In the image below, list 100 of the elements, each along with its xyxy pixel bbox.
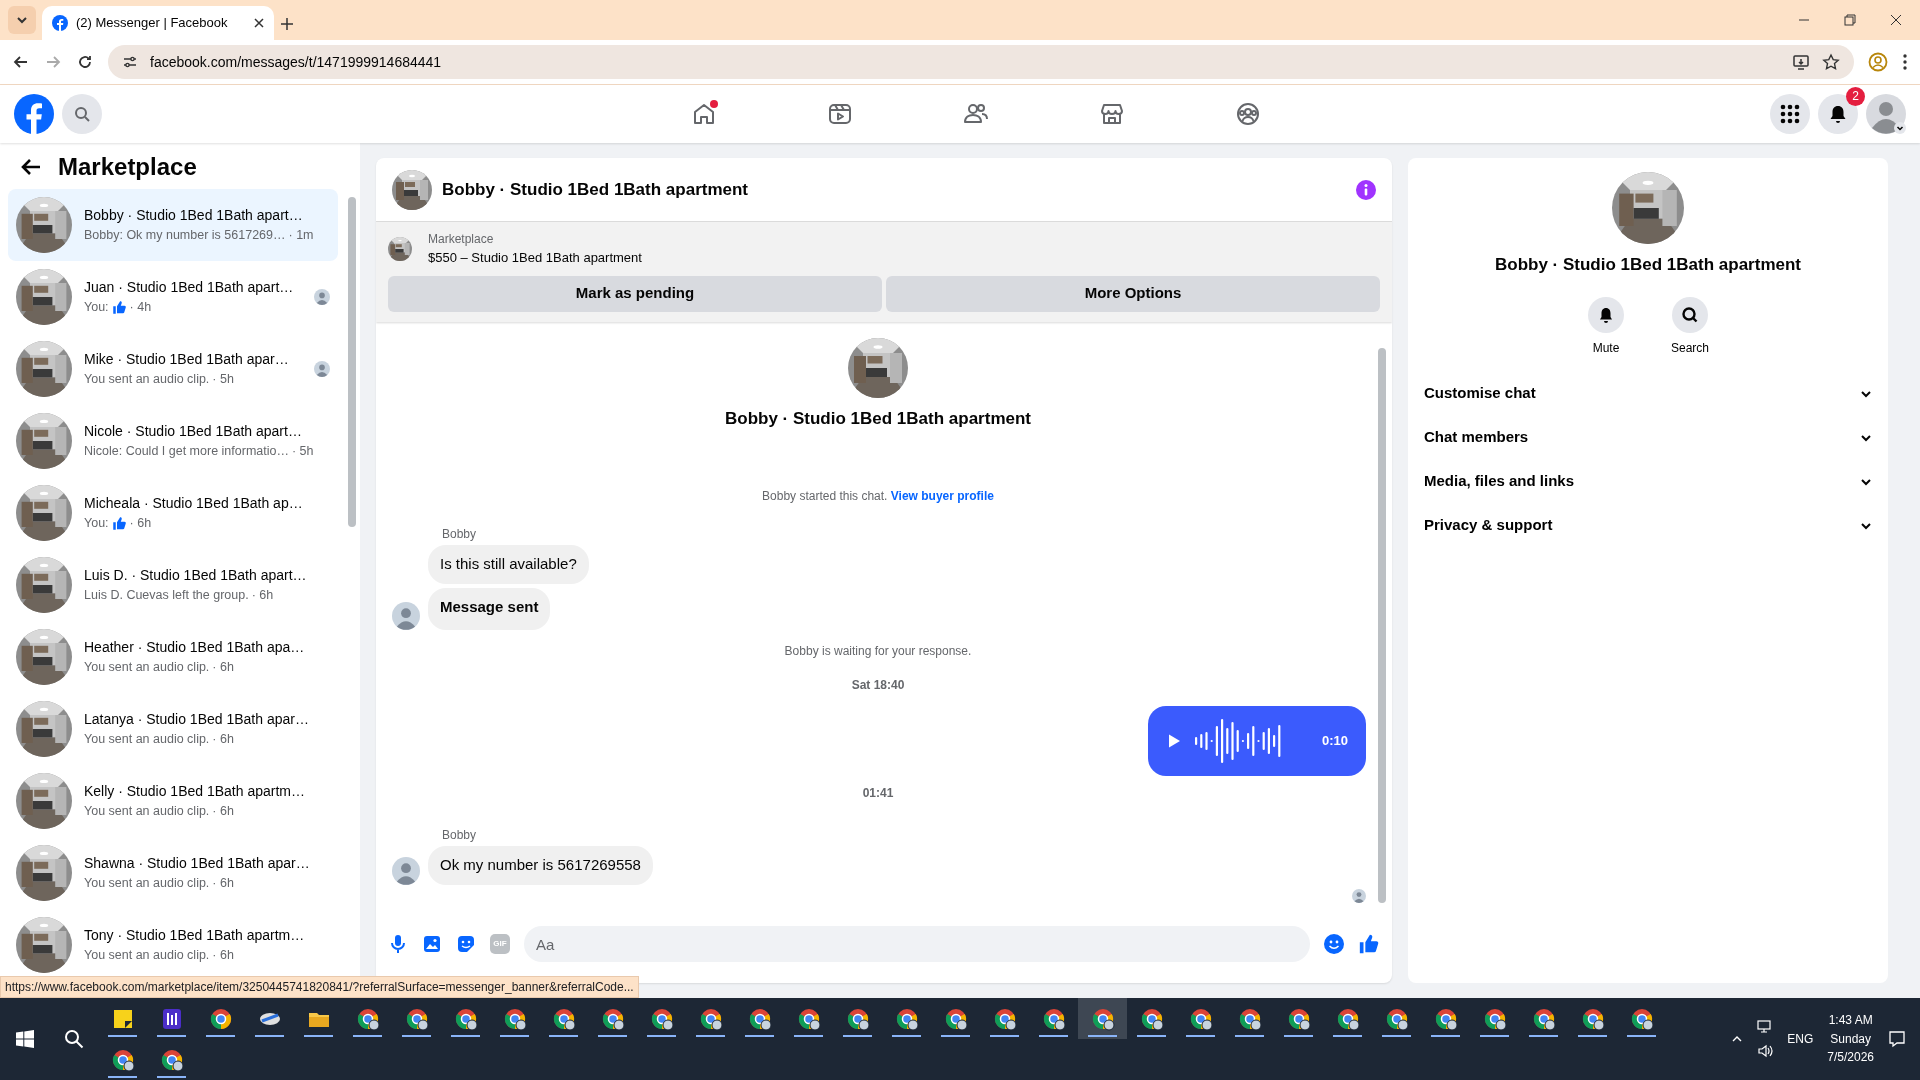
microphone-icon[interactable] (388, 934, 408, 954)
language-indicator[interactable]: ENG (1787, 1030, 1814, 1048)
banner-button[interactable]: Mark as pending (388, 275, 882, 312)
browser-icon (110, 1047, 135, 1072)
conversation-name: Heather · Studio 1Bed 1Bath apa… (84, 638, 306, 658)
bell-icon (1828, 104, 1848, 124)
image-icon[interactable] (422, 934, 442, 954)
listing-title[interactable]: $550 – Studio 1Bed 1Bath apartment (428, 248, 642, 268)
browser-icon (453, 1006, 478, 1031)
chat-title: Bobby · Studio 1Bed 1Bath apartment (442, 178, 749, 201)
search-icon (63, 1028, 84, 1049)
buyer-profile-link[interactable]: View buyer profile (890, 489, 994, 503)
browser-icon (1237, 1006, 1262, 1031)
apps-menu-button[interactable] (1770, 94, 1810, 134)
search-button[interactable]: Search (1660, 295, 1720, 358)
avatar (392, 602, 420, 630)
conversation-name: Shawna · Studio 1Bed 1Bath apar… (84, 854, 311, 874)
audio-message[interactable]: 0:10 (1148, 706, 1366, 776)
conversation-name: Micheala · Studio 1Bed 1Bath ap… (84, 494, 304, 514)
facebook-icon (52, 15, 68, 31)
menu-icon[interactable] (1902, 53, 1908, 71)
message-time: · 6h (212, 659, 234, 677)
conversation-item[interactable]: Nicole · Studio 1Bed 1Bath apart… Nicole: Could I get more informatio… · 5h (8, 405, 338, 477)
browser-icon (1188, 1006, 1213, 1031)
browser-icon (943, 1006, 968, 1031)
play-icon[interactable] (1166, 733, 1182, 749)
close-icon[interactable] (1890, 14, 1902, 26)
tab-list-button[interactable] (8, 6, 36, 34)
message-time: · 4h (129, 299, 152, 317)
site-settings-icon[interactable] (122, 54, 138, 70)
message-preview: You sent an audio clip. (84, 659, 210, 677)
message-bubble: Message sent (428, 587, 551, 630)
sticker-icon[interactable] (456, 934, 476, 954)
taskbar-app[interactable] (1078, 998, 1127, 1039)
message-preview: You: (84, 515, 109, 533)
banner-button[interactable]: More Options (886, 275, 1380, 312)
system-message: Bobby is waiting for your response. (783, 643, 973, 660)
conversation-item[interactable]: Heather · Studio 1Bed 1Bath apa… You sent an audio clip. · 6h (8, 621, 338, 693)
install-icon[interactable] (1792, 53, 1810, 71)
message-time: · 6h (212, 875, 234, 893)
message-preview: You sent an audio clip. (84, 947, 210, 965)
message-time: · 5h (212, 371, 234, 389)
thumbs-up-icon[interactable] (1358, 933, 1380, 955)
browser-icon (159, 1047, 184, 1072)
conversation-item[interactable]: Luis D. · Studio 1Bed 1Bath apart… Luis D. Cuevas left the group. · 6h (8, 549, 338, 621)
info-icon[interactable] (1356, 179, 1376, 200)
browser-icon (208, 1006, 233, 1031)
conversation-item[interactable]: Micheala · Studio 1Bed 1Bath ap… You: · 6h (8, 477, 338, 549)
browser-icon (355, 1006, 380, 1031)
browser-tab[interactable]: (2) Messenger | Facebook (42, 6, 274, 40)
conversation-item[interactable]: Mike · Studio 1Bed 1Bath apar… You sent an audio clip. · 5h (8, 333, 338, 405)
message-time: · 6h (129, 515, 152, 533)
conversation-item[interactable]: Shawna · Studio 1Bed 1Bath apar… You sent an audio clip. · 6h (8, 837, 338, 909)
browser-icon (551, 1006, 576, 1031)
system-message: Bobby started this chat. View buyer profile (761, 488, 995, 505)
network-icon[interactable] (1757, 1019, 1774, 1035)
browser-icon (747, 1006, 772, 1031)
conversation-name: Bobby · Studio 1Bed 1Bath apart… (84, 206, 304, 226)
section-header[interactable]: Privacy & support (1424, 503, 1872, 548)
address-bar[interactable]: facebook.com/messages/t/1471999914684441 (108, 45, 1854, 79)
mute-button[interactable]: Mute (1576, 295, 1636, 358)
profile-icon[interactable] (1868, 52, 1888, 72)
scrollbar[interactable] (1378, 347, 1386, 903)
message-time: · 6h (212, 731, 234, 749)
section-header[interactable]: Chat members (1424, 415, 1872, 460)
browser-icon (600, 1006, 625, 1031)
clock-day: Sunday (1830, 1031, 1871, 1047)
audio-duration: 0:10 (1321, 732, 1348, 751)
notification-badge: 2 (1846, 87, 1865, 106)
facebook-logo[interactable] (14, 94, 54, 134)
clock-time: 1:43 AM (1828, 1013, 1873, 1028)
notification-icon[interactable] (1888, 1030, 1906, 1048)
browser-icon (1482, 1006, 1507, 1031)
browser-icon (1629, 1006, 1654, 1031)
conversation-item[interactable]: Latanya · Studio 1Bed 1Bath apar… You sent an audio clip. · 6h (8, 693, 338, 765)
conversation-item[interactable]: Kelly · Studio 1Bed 1Bath apartm… You sent an audio clip. · 6h (8, 765, 338, 837)
new-tab-button[interactable] (280, 17, 294, 31)
search-icon (74, 106, 90, 122)
emoji-icon[interactable] (1324, 934, 1344, 954)
tab-title: (2) Messenger | Facebook (76, 14, 229, 33)
close-icon[interactable] (254, 18, 264, 28)
conversation-item[interactable]: Juan · Studio 1Bed 1Bath apart… You: · 4h (8, 261, 338, 333)
clock-date: 7/5/2026 (1827, 1050, 1874, 1065)
scrollbar[interactable] (348, 197, 356, 527)
message-preview: Nicole: Could I get more informatio… (84, 443, 289, 461)
restore-icon[interactable] (1844, 14, 1856, 26)
conversation-name: Latanya · Studio 1Bed 1Bath apar… (84, 710, 310, 730)
conversation-item[interactable]: Bobby · Studio 1Bed 1Bath apart… Bobby: Ok my number is 5617269… · 1m (8, 189, 338, 261)
video-icon (827, 101, 853, 127)
account-avatar[interactable] (1866, 94, 1906, 134)
reload-icon[interactable] (76, 53, 94, 71)
browser-icon (404, 1006, 429, 1031)
volume-icon[interactable] (1757, 1043, 1774, 1059)
browser-icon (649, 1006, 674, 1031)
star-icon[interactable] (1822, 53, 1840, 71)
section-header[interactable]: Customise chat (1424, 371, 1872, 416)
browser-icon (1286, 1006, 1311, 1031)
section-header[interactable]: Media, files and links (1424, 459, 1872, 504)
message-input[interactable]: Aa (524, 926, 1310, 962)
windows-logo (15, 1029, 34, 1048)
